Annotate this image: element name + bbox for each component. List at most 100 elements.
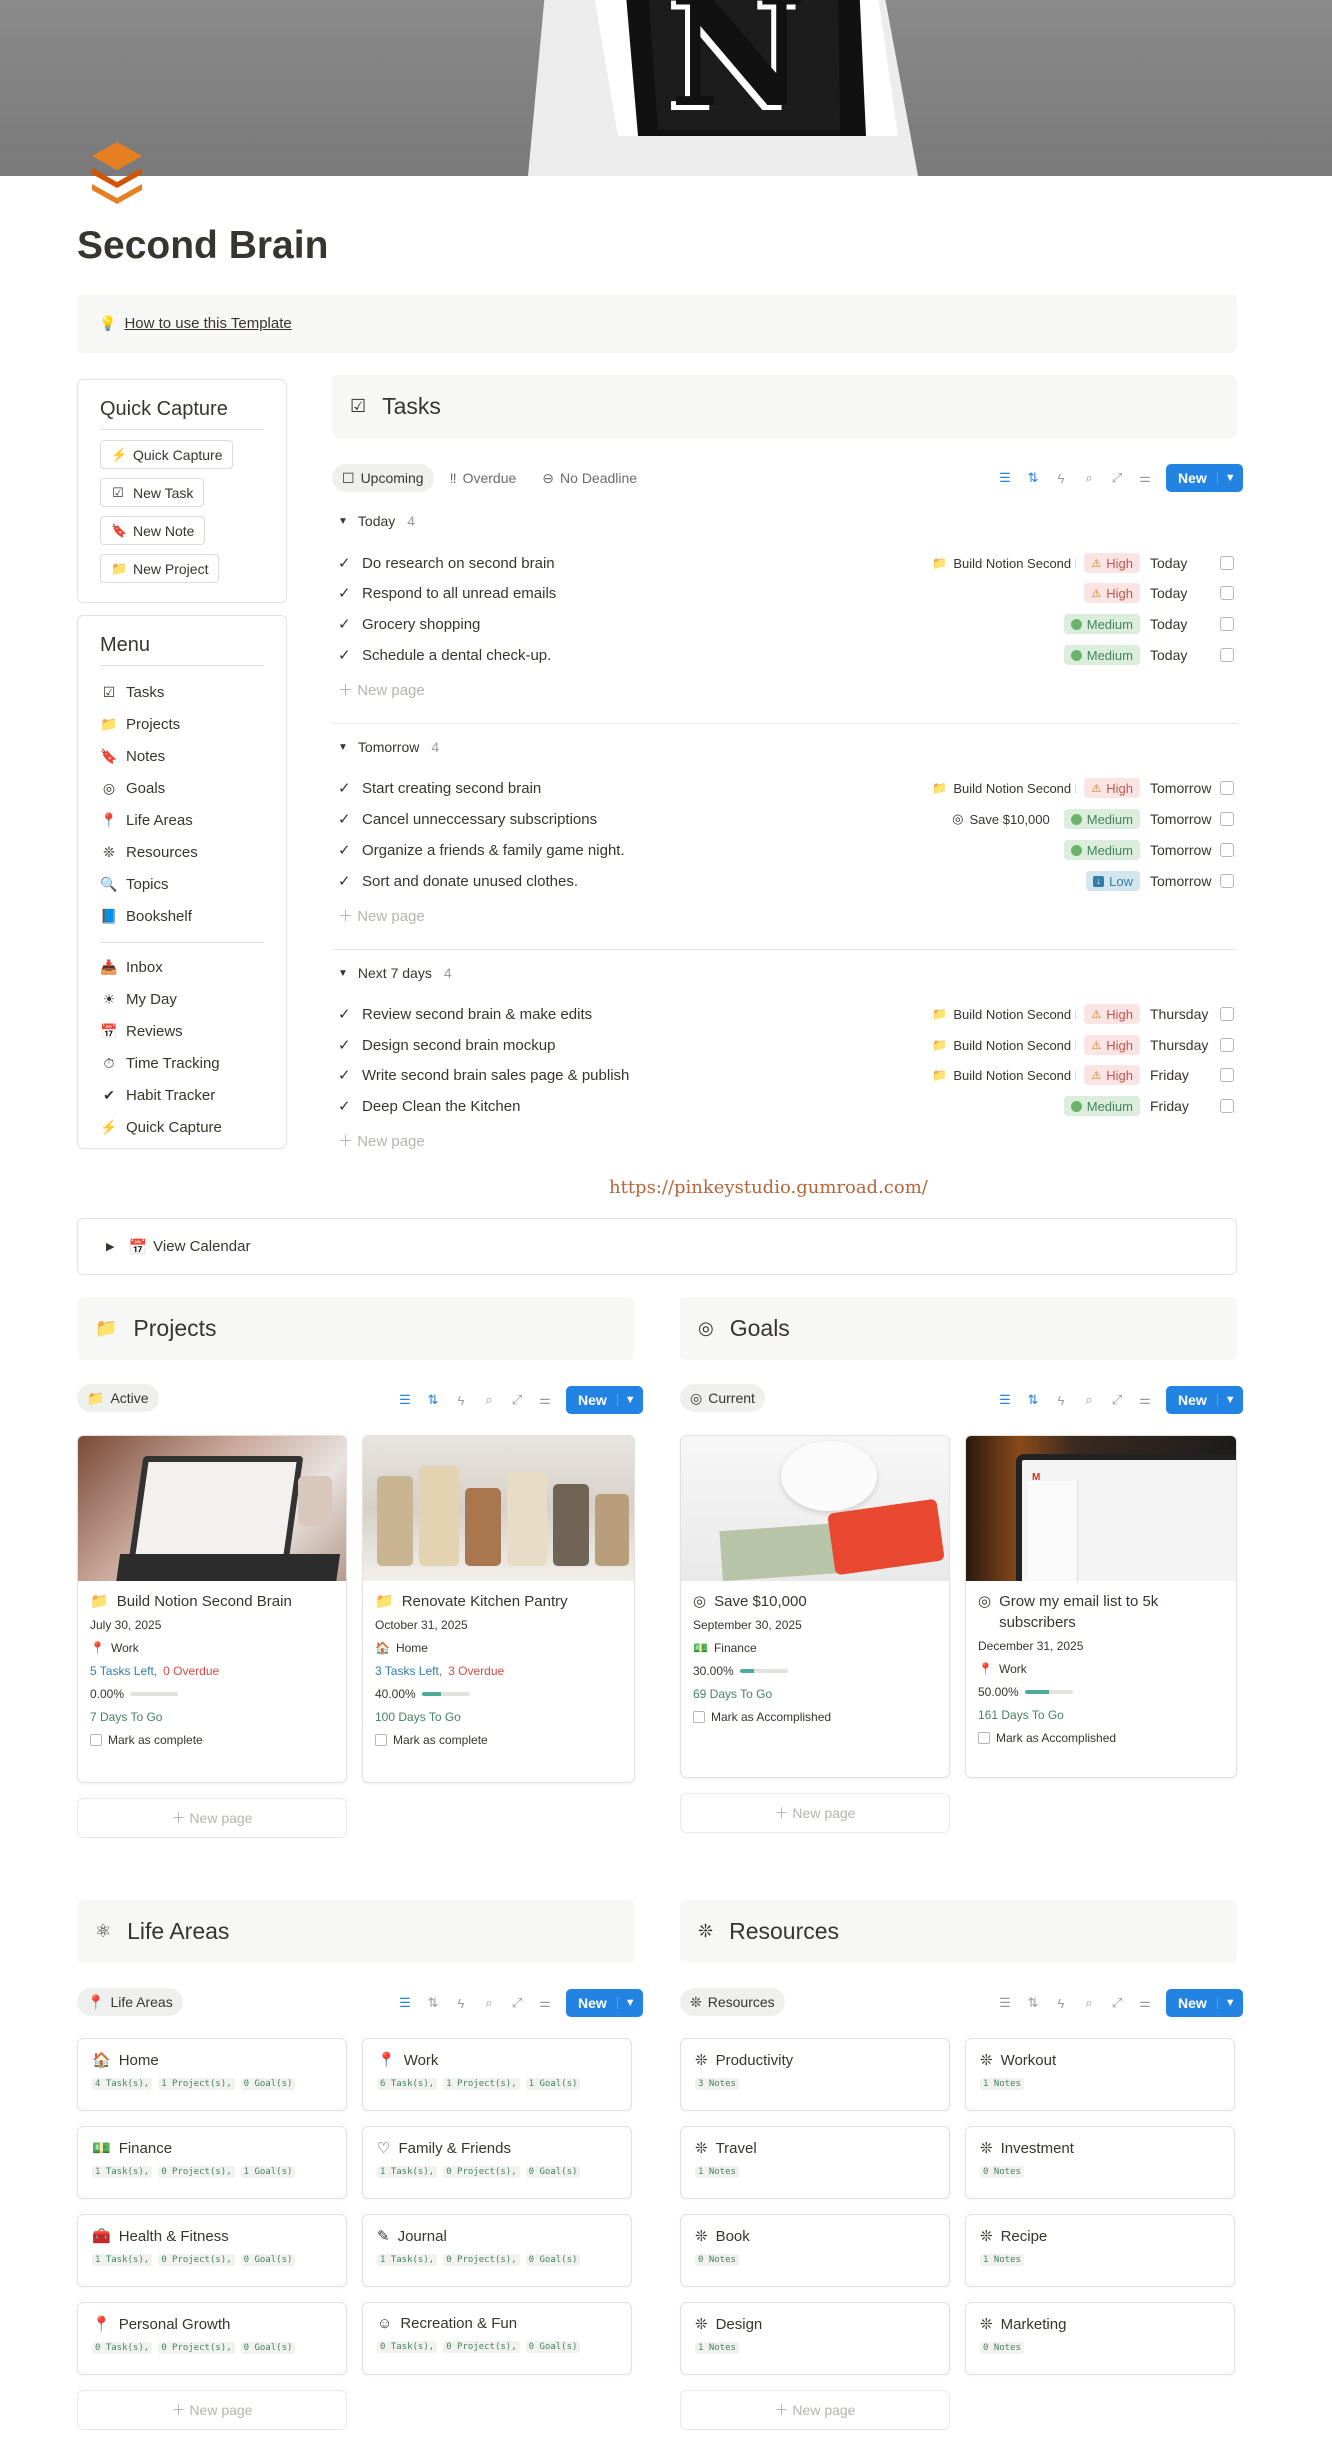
settings-icon[interactable]: ⚌ (538, 1392, 552, 1408)
complete-checkbox[interactable] (375, 1734, 387, 1746)
chevron-down-icon[interactable]: ▼ (1216, 1997, 1243, 2009)
life-area-card[interactable]: 🧰 Health & Fitness 1 Task(s), 0 Project(s),… (77, 2214, 347, 2287)
life-area-card[interactable]: ☺ Recreation & Fun 0 Task(s), 0 Project(s),… (362, 2302, 632, 2375)
chevron-down-icon[interactable]: ▼ (1216, 1394, 1243, 1406)
sort-icon[interactable]: ⇅ (1026, 1392, 1040, 1408)
group-header-tomorrow[interactable]: ▼ Tomorrow 4 (338, 739, 439, 755)
life-area-card[interactable]: ✎ Journal 1 Task(s), 0 Project(s), 0 Goal(s) (362, 2214, 632, 2287)
group-header-next-7-days[interactable]: ▼ Next 7 days 4 (338, 965, 452, 981)
task-checkbox[interactable] (1220, 781, 1234, 795)
task-checkbox[interactable] (1220, 1068, 1234, 1082)
filter-icon[interactable]: ☰ (998, 470, 1012, 486)
card-checkbox-row[interactable]: Mark as complete (375, 1733, 622, 1747)
expand-icon[interactable]: ⤢ (510, 1392, 524, 1408)
filter-icon[interactable]: ☰ (398, 1392, 412, 1408)
new-page-button[interactable]: ＋ New page (77, 1798, 347, 1838)
new-page-button[interactable]: ＋ New page (338, 905, 425, 926)
project-tag[interactable]: 📁 Build Notion Second Brain (932, 556, 1076, 571)
new-project-button[interactable]: 📁 New Project (100, 554, 220, 583)
triangle-right-icon[interactable]: ▶ (106, 1240, 114, 1253)
resource-card[interactable]: ❊ Recipe 1 Notes (965, 2214, 1235, 2287)
accomplished-checkbox[interactable] (978, 1732, 990, 1744)
life-areas-new-button[interactable]: New ▼ (566, 1989, 643, 2017)
menu-item-my-day[interactable]: ☀ My Day (100, 983, 264, 1015)
goal-card[interactable]: ◎ Save $10,000 September 30, 2025 💵 Financ… (680, 1435, 950, 1778)
menu-item-goals[interactable]: ◎ Goals (100, 772, 264, 804)
task-row[interactable]: ✓ Schedule a dental check-up. Medium Tod… (338, 640, 1238, 670)
goal-card[interactable]: M ◎ Grow my email list to 5k subscribers … (965, 1435, 1237, 1778)
task-checkbox[interactable] (1220, 556, 1234, 570)
menu-item-time-tracking[interactable]: ⏱ Time Tracking (100, 1047, 264, 1079)
menu-item-reviews[interactable]: 📅 Reviews (100, 1015, 264, 1047)
goals-new-button[interactable]: New ▼ (1166, 1386, 1243, 1414)
task-checkbox[interactable] (1220, 843, 1234, 857)
settings-icon[interactable]: ⚌ (1138, 1392, 1152, 1408)
task-checkbox[interactable] (1220, 874, 1234, 888)
complete-checkbox[interactable] (90, 1734, 102, 1746)
task-row[interactable]: ✓ Grocery shopping Medium Today (338, 609, 1238, 639)
project-tag[interactable]: 📁 Build Notion Second Brain (932, 1068, 1076, 1083)
chevron-down-icon[interactable]: ▼ (616, 1997, 643, 2009)
settings-icon[interactable]: ⚌ (1138, 1995, 1152, 2011)
how-to-link[interactable]: How to use this Template (124, 315, 291, 332)
filter-icon[interactable]: ☰ (998, 1995, 1012, 2011)
menu-item-notes[interactable]: 🔖 Notes (100, 740, 264, 772)
search-icon[interactable]: ⌕ (1082, 1995, 1096, 2011)
tab-resources[interactable]: ❊ Resources (680, 1988, 785, 2016)
menu-item-tasks[interactable]: ☑ Tasks (100, 676, 264, 708)
resources-new-button[interactable]: New ▼ (1166, 1989, 1243, 2017)
automation-icon[interactable]: ϟ (1054, 471, 1068, 486)
task-row[interactable]: ✓ Review second brain & make edits 📁 Buil… (338, 999, 1238, 1029)
menu-item-resources[interactable]: ❊ Resources (100, 836, 264, 868)
new-note-button[interactable]: 🔖 New Note (100, 516, 206, 545)
triangle-down-icon[interactable]: ▼ (338, 968, 348, 979)
card-title[interactable]: 📁 Build Notion Second Brain (90, 1591, 334, 1612)
expand-icon[interactable]: ⤢ (510, 1995, 524, 2011)
sort-icon[interactable]: ⇅ (426, 1392, 440, 1408)
menu-item-topics[interactable]: 🔍 Topics (100, 868, 264, 900)
resource-card[interactable]: ❊ Travel 1 Notes (680, 2126, 950, 2199)
tab-life-areas[interactable]: 📍 Life Areas (77, 1988, 183, 2016)
task-row[interactable]: ✓ Design second brain mockup 📁 Build Noti… (338, 1030, 1238, 1060)
task-checkbox[interactable] (1220, 586, 1234, 600)
view-calendar-toggle[interactable]: ▶ 📅 View Calendar (77, 1218, 1237, 1275)
task-row[interactable]: ✓ Sort and donate unused clothes. ↓ Low T… (338, 866, 1238, 896)
menu-item-projects[interactable]: 📁 Projects (100, 708, 264, 740)
card-title[interactable]: ◎ Grow my email list to 5k subscribers (978, 1591, 1224, 1633)
task-row[interactable]: ✓ Start creating second brain 📁 Build Not… (338, 773, 1238, 803)
task-checkbox[interactable] (1220, 1099, 1234, 1113)
menu-item-bookshelf[interactable]: 📘 Bookshelf (100, 900, 264, 932)
automation-icon[interactable]: ϟ (454, 1393, 468, 1408)
new-page-button[interactable]: ＋ New page (338, 1130, 425, 1151)
tab-active[interactable]: 📁 Active (77, 1384, 159, 1412)
project-tag[interactable]: 📁 Build Notion Second Brain (932, 781, 1076, 796)
resource-card[interactable]: ❊ Investment 0 Notes (965, 2126, 1235, 2199)
task-row[interactable]: ✓ Organize a friends & family game night… (338, 835, 1238, 865)
expand-icon[interactable]: ⤢ (1110, 1392, 1124, 1408)
settings-icon[interactable]: ⚌ (538, 1995, 552, 2011)
card-title[interactable]: ◎ Save $10,000 (693, 1591, 937, 1612)
project-tag[interactable]: 📁 Build Notion Second Brain (932, 1007, 1076, 1022)
resource-card[interactable]: ❊ Marketing 0 Notes (965, 2302, 1235, 2375)
project-card[interactable]: 📁 Build Notion Second Brain July 30, 2025… (77, 1435, 347, 1783)
filter-icon[interactable]: ☰ (398, 1995, 412, 2011)
new-page-button[interactable]: ＋ New page (680, 1793, 950, 1833)
new-task-button[interactable]: ☑ New Task (100, 478, 205, 507)
task-checkbox[interactable] (1220, 648, 1234, 662)
task-checkbox[interactable] (1220, 812, 1234, 826)
search-icon[interactable]: ⌕ (1082, 470, 1096, 486)
goal-tag[interactable]: ◎ Save $10,000 (952, 811, 1050, 827)
life-area-card[interactable]: 💵 Finance 1 Task(s), 0 Project(s), 1 Goal(s) (77, 2126, 347, 2199)
task-row[interactable]: ✓ Deep Clean the Kitchen Medium Friday (338, 1091, 1238, 1121)
resource-card[interactable]: ❊ Workout 1 Notes (965, 2038, 1235, 2111)
expand-icon[interactable]: ⤢ (1110, 470, 1124, 486)
task-checkbox[interactable] (1220, 1038, 1234, 1052)
how-to-callout[interactable]: 💡 How to use this Template (77, 294, 1237, 353)
settings-icon[interactable]: ⚌ (1138, 470, 1152, 486)
card-checkbox-row[interactable]: Mark as complete (90, 1733, 334, 1747)
accomplished-checkbox[interactable] (693, 1711, 705, 1723)
task-row[interactable]: ✓ Do research on second brain 📁 Build Not… (338, 548, 1238, 578)
project-tag[interactable]: 📁 Build Notion Second Brain (932, 1038, 1076, 1053)
project-card[interactable]: 📁 Renovate Kitchen Pantry October 31, 202… (362, 1435, 635, 1783)
automation-icon[interactable]: ϟ (1054, 1996, 1068, 2011)
